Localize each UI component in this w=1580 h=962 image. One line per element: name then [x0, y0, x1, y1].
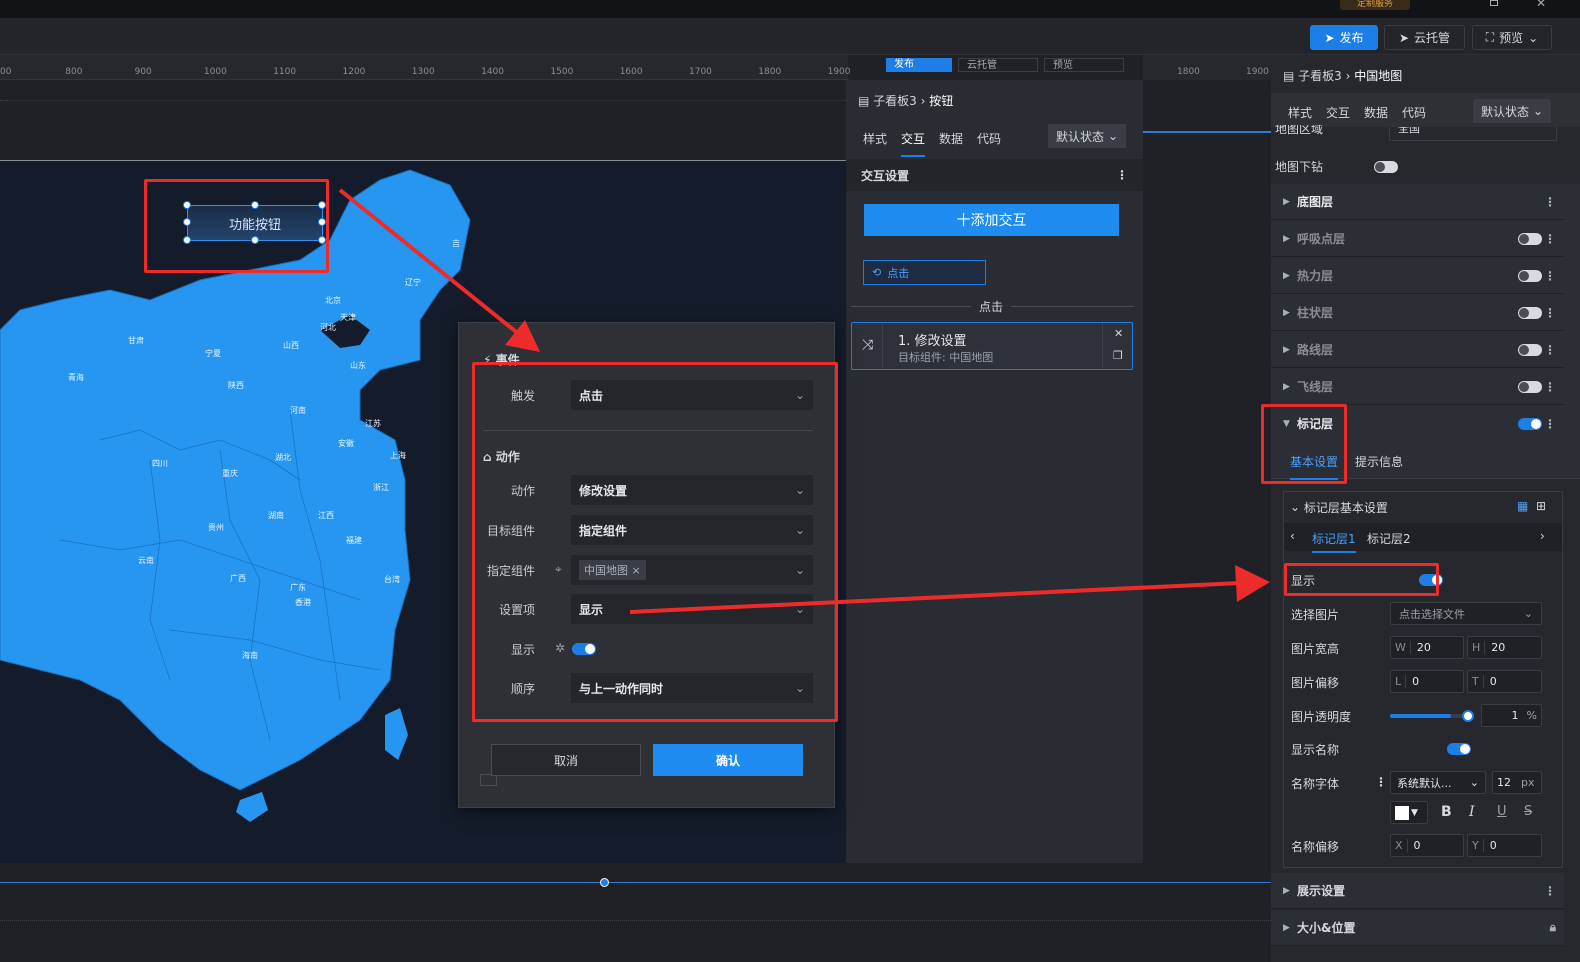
annotation-arrows: [338, 188, 1270, 614]
